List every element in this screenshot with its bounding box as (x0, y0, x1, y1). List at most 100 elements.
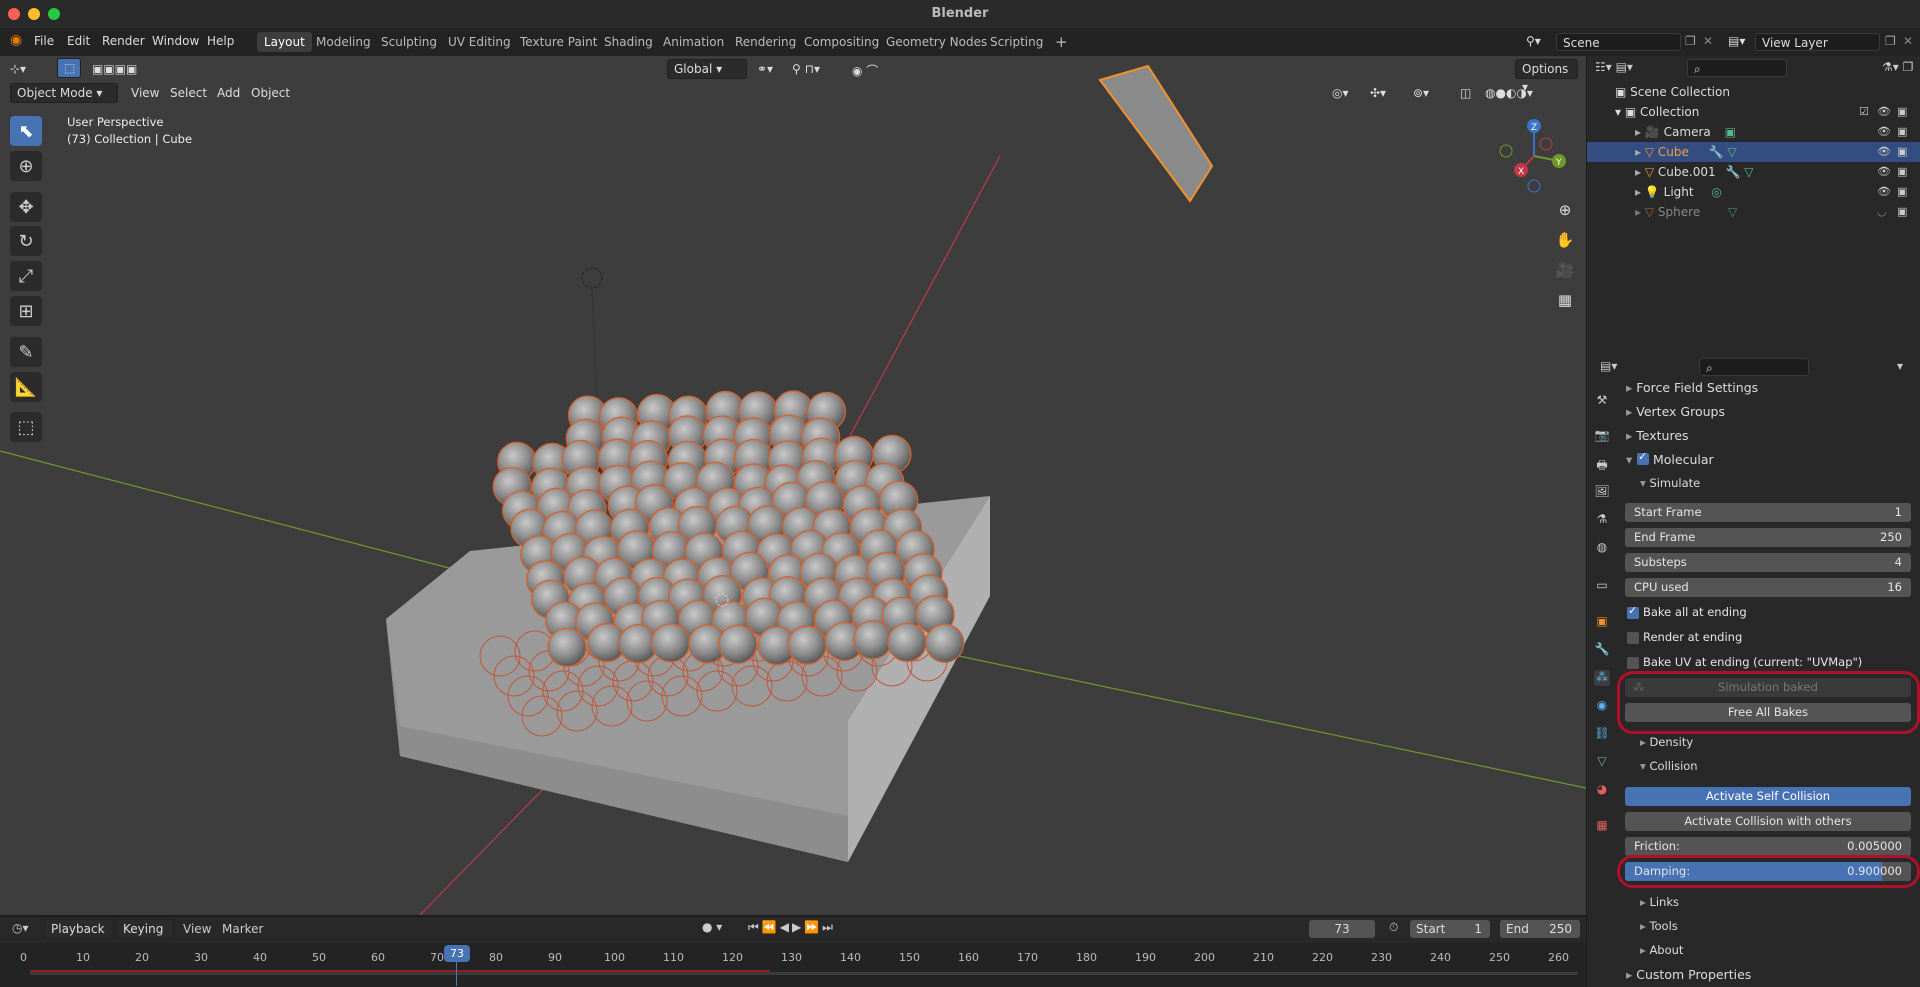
current-frame-field[interactable]: 73 (1309, 920, 1375, 938)
delete-view-layer-icon[interactable]: ✕ (1903, 34, 1913, 48)
outliner-item-light[interactable]: ▸ 💡 Light ◎ 👁 ▣ (1587, 182, 1920, 202)
substeps-field[interactable]: Substeps 4 (1625, 553, 1911, 572)
section-vertex-groups[interactable]: ▸ Vertex Groups (1626, 404, 1725, 419)
new-scene-icon[interactable]: ❐ (1685, 34, 1696, 48)
bake-uv-checkbox[interactable] (1627, 657, 1639, 669)
zoom-icon[interactable]: ⊕ (1552, 197, 1578, 223)
subsection-density[interactable]: ▸ Density (1640, 735, 1693, 749)
transform-orientation-dropdown[interactable]: Global ▾ (667, 59, 747, 79)
timeline-menu-view[interactable]: View (183, 922, 211, 936)
render-tab-icon[interactable]: 📷 (1594, 428, 1610, 444)
view-layer-icon[interactable]: ▤▾ (1728, 34, 1745, 48)
eye-icon[interactable]: 👁 (1877, 102, 1891, 122)
molecular-enable-checkbox[interactable] (1637, 450, 1649, 465)
tab-animation[interactable]: Animation (656, 32, 731, 52)
camera-render-icon[interactable]: ▣ (1897, 122, 1907, 142)
collection-tab-icon[interactable]: ▭ (1594, 578, 1610, 594)
tab-geometry-nodes[interactable]: Geometry Nodes (879, 32, 994, 52)
menu-window[interactable]: Window (152, 34, 199, 48)
select-mode-icons[interactable]: ▣▣▣▣ (92, 62, 137, 76)
properties-options-icon[interactable]: ▾ (1897, 359, 1903, 373)
section-force-field[interactable]: ▸ Force Field Settings (1626, 380, 1758, 395)
camera-view-icon[interactable]: 🎥 (1552, 257, 1578, 283)
playhead-frame-label[interactable]: 73 (444, 945, 470, 962)
section-custom-properties[interactable]: ▸ Custom Properties (1626, 967, 1751, 982)
viewport-menu-select[interactable]: Select (170, 86, 207, 100)
visibility-icon[interactable]: ◎▾ (1332, 86, 1349, 100)
blender-logo-icon[interactable]: ◉ (10, 32, 22, 48)
navigation-gizmo[interactable]: Z Y X (1496, 114, 1576, 194)
tab-uv-editing[interactable]: UV Editing (441, 32, 518, 52)
end-frame-input[interactable]: End 250 (1500, 920, 1580, 938)
section-molecular[interactable]: ▾ (1626, 452, 1632, 467)
properties-search-input[interactable]: ⌕ (1699, 358, 1809, 376)
tab-modeling[interactable]: Modeling (309, 32, 378, 52)
activate-collision-others-button[interactable]: Activate Collision with others (1625, 812, 1911, 831)
camera-render-icon[interactable]: ▣ (1897, 142, 1907, 162)
start-frame-input[interactable]: Start 1 (1410, 920, 1490, 938)
view-layer-tab-icon[interactable]: 🖼 (1594, 484, 1610, 500)
menu-help[interactable]: Help (207, 34, 234, 48)
add-workspace-icon[interactable]: + (1048, 32, 1075, 52)
camera-render-icon[interactable]: ▣ (1897, 182, 1907, 202)
scene-tab-icon[interactable]: ⚗ (1594, 512, 1610, 528)
keying-dropdown[interactable]: Keying ▾ (116, 919, 174, 954)
transform-tool-icon[interactable]: ⊞ (10, 296, 42, 326)
output-tab-icon[interactable]: 🖶 (1594, 456, 1610, 472)
start-frame-field[interactable]: Start Frame 1 (1625, 503, 1911, 522)
options-dropdown[interactable]: Options ▾ (1515, 59, 1578, 94)
tab-rendering[interactable]: Rendering (728, 32, 803, 52)
physics-tab-icon[interactable]: ◉ (1594, 698, 1610, 714)
snap-icon[interactable]: ⚲ ⊓▾ (792, 62, 820, 76)
outliner-item-cube-001[interactable]: ▸ ▽ Cube.001 🔧 ▽ 👁 ▣ (1587, 162, 1920, 182)
subsection-tools[interactable]: ▸ Tools (1640, 919, 1678, 933)
outliner-filter-icon[interactable]: ⚗▾ ❐ (1882, 60, 1913, 74)
friction-field[interactable]: Friction: 0.005000 (1625, 837, 1911, 856)
tab-scripting[interactable]: Scripting (983, 32, 1050, 52)
subsection-simulate[interactable]: ▾ Simulate (1640, 476, 1700, 490)
particles-tab-icon[interactable]: ⁂ (1594, 670, 1610, 686)
camera-render-icon[interactable]: ▣ (1897, 162, 1907, 182)
scene-name-field[interactable]: Scene (1556, 33, 1681, 51)
subsection-about[interactable]: ▸ About (1640, 943, 1683, 957)
world-tab-icon[interactable]: ◍ (1594, 540, 1610, 556)
eye-icon[interactable]: 👁 (1877, 182, 1891, 202)
outliner-search-input[interactable]: ⌕ (1687, 59, 1787, 77)
data-tab-icon[interactable]: ▽ (1594, 754, 1610, 770)
menu-edit[interactable]: Edit (67, 34, 90, 48)
timeline-track[interactable] (0, 943, 1586, 987)
new-view-layer-icon[interactable]: ❐ (1885, 34, 1896, 48)
outliner-item-camera[interactable]: ▸ 🎥 Camera ▣ 👁 ▣ (1587, 122, 1920, 142)
eye-icon[interactable]: 👁 (1877, 122, 1891, 142)
bake-all-checkbox[interactable] (1627, 604, 1639, 619)
modifier-tab-icon[interactable]: 🔧 (1594, 642, 1610, 658)
pan-hand-icon[interactable]: ✋ (1552, 227, 1578, 253)
end-frame-field[interactable]: End Frame 250 (1625, 528, 1911, 547)
cpu-used-field[interactable]: CPU used 16 (1625, 578, 1911, 597)
timeline-scrollbar[interactable] (30, 972, 1578, 975)
activate-self-collision-button[interactable]: Activate Self Collision (1625, 787, 1911, 806)
timeline-editor-icon[interactable]: ◷▾ (12, 921, 29, 935)
editor-type-icon[interactable]: ⊹▾ (10, 62, 26, 76)
material-tab-icon[interactable]: ◕ (1594, 782, 1610, 798)
select-tool-icon[interactable]: ⬉ (10, 116, 42, 146)
menu-file[interactable]: File (34, 34, 54, 48)
tab-texture-paint[interactable]: Texture Paint (513, 32, 604, 52)
object-tab-icon[interactable]: ▣ (1594, 614, 1610, 630)
timeline-menu-marker[interactable]: Marker (222, 922, 263, 936)
outliner-editor-icon[interactable]: ☷▾ ▤▾ (1595, 60, 1633, 74)
section-textures[interactable]: ▸ Textures (1626, 428, 1689, 443)
hidden-eye-icon[interactable]: ◡ (1877, 202, 1887, 222)
tab-layout[interactable]: Layout (257, 32, 312, 52)
menu-render[interactable]: Render (102, 34, 145, 48)
outliner-scene-collection[interactable]: ▣ Scene Collection (1587, 82, 1920, 102)
pivot-point-icon[interactable]: ⚭▾ (757, 62, 773, 76)
viewport-menu-object[interactable]: Object (251, 86, 290, 100)
subsection-links[interactable]: ▸ Links (1640, 895, 1679, 909)
delete-scene-icon[interactable]: ✕ (1703, 34, 1713, 48)
scene-selector-icon[interactable]: ⚲▾ (1526, 34, 1541, 48)
move-tool-icon[interactable]: ✥ (10, 192, 42, 222)
cursor-tool-icon[interactable]: ⊕ (10, 151, 42, 181)
camera-render-icon[interactable]: ▣ (1897, 202, 1907, 222)
3d-viewport[interactable] (0, 56, 1586, 915)
